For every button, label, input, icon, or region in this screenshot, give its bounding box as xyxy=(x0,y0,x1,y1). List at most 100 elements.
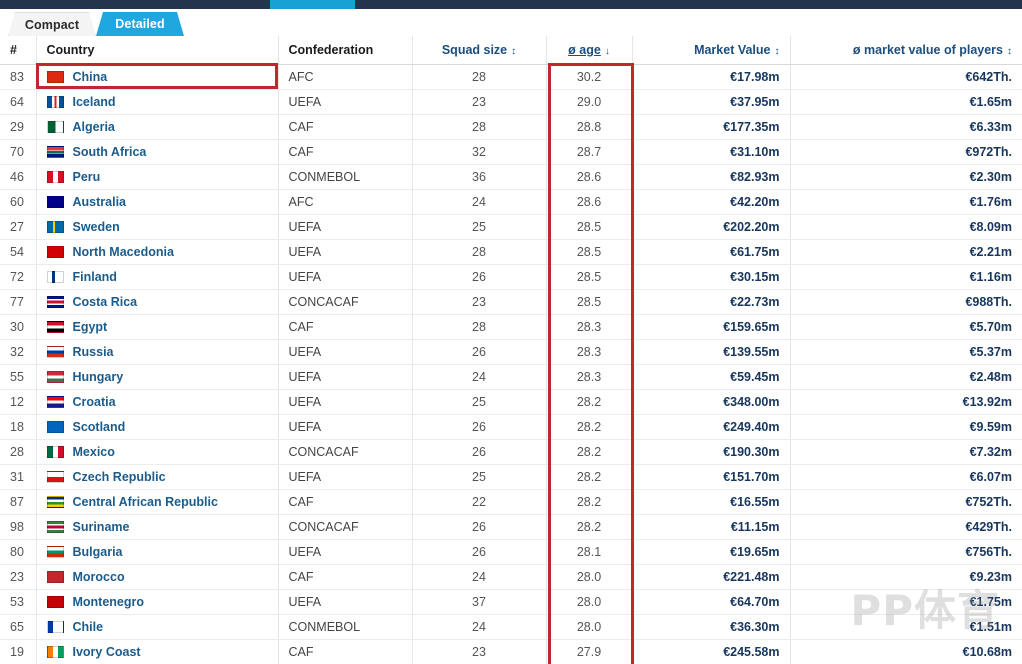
row-country-link[interactable]: Bulgaria xyxy=(73,545,123,559)
row-country-link[interactable]: Peru xyxy=(73,170,101,184)
sweden-flag xyxy=(46,220,64,233)
column-header-rank[interactable]: # xyxy=(0,36,37,65)
row-country-link[interactable]: Morocco xyxy=(73,570,125,584)
table-row[interactable]: 65 Chile CONMEBOL 24 28.0 €36.30m €1.51m xyxy=(0,614,1022,640)
sort-updown-icon[interactable]: ↕ xyxy=(775,46,780,57)
tab-detailed[interactable]: Detailed xyxy=(96,12,184,36)
column-header-avg-age[interactable]: ø age ↓ xyxy=(546,36,633,65)
row-avg-age: 28.2 xyxy=(546,514,633,540)
row-country-link[interactable]: Hungary xyxy=(73,370,124,384)
column-header-country[interactable]: Country xyxy=(36,36,279,65)
row-avg-age: 28.6 xyxy=(546,189,633,215)
row-country-link[interactable]: Costa Rica xyxy=(73,295,138,309)
table-row[interactable]: 46 Peru CONMEBOL 36 28.6 €82.93m €2.30m xyxy=(0,164,1022,190)
row-country-link[interactable]: Mexico xyxy=(73,445,115,459)
sort-descending-icon[interactable]: ↓ xyxy=(605,46,610,57)
row-avg-market-value: €1.51m xyxy=(790,614,1022,640)
row-country-link[interactable]: Egypt xyxy=(73,320,108,334)
row-country-link[interactable]: Sweden xyxy=(73,220,120,234)
row-confederation: CAF xyxy=(278,314,413,340)
row-country-cell: Egypt xyxy=(36,314,279,340)
row-country-link[interactable]: Croatia xyxy=(73,395,116,409)
table-row[interactable]: 60 Australia AFC 24 28.6 €42.20m €1.76m xyxy=(0,189,1022,215)
iceland-flag xyxy=(46,95,64,108)
row-country-link[interactable]: Russia xyxy=(73,345,114,359)
table-row[interactable]: 77 Costa Rica CONCACAF 23 28.5 €22.73m €988Th. xyxy=(0,289,1022,315)
table-row[interactable]: 98 Suriname CONCACAF 26 28.2 €11.15m €429Th. xyxy=(0,514,1022,540)
row-country-link[interactable]: Iceland xyxy=(73,95,116,109)
table-row[interactable]: 30 Egypt CAF 28 28.3 €159.65m €5.70m xyxy=(0,314,1022,340)
row-confederation: AFC xyxy=(278,189,413,215)
table-row[interactable]: 12 Croatia UEFA 25 28.2 €348.00m €13.92m xyxy=(0,389,1022,415)
column-header-confederation[interactable]: Confederation xyxy=(278,36,413,65)
table-row[interactable]: 19 Ivory Coast CAF 23 27.9 €245.58m €10.68m xyxy=(0,639,1022,664)
row-avg-market-value: €1.76m xyxy=(790,189,1022,215)
row-confederation: UEFA xyxy=(278,89,413,115)
row-country-link[interactable]: Algeria xyxy=(73,120,115,134)
row-market-value: €30.15m xyxy=(632,264,791,290)
table-row[interactable]: 18 Scotland UEFA 26 28.2 €249.40m €9.59m xyxy=(0,414,1022,440)
table-row[interactable]: 80 Bulgaria UEFA 26 28.1 €19.65m €756Th. xyxy=(0,539,1022,565)
row-confederation: CONCACAF xyxy=(278,289,413,315)
row-country-link[interactable]: Scotland xyxy=(73,420,126,434)
row-market-value: €202.20m xyxy=(632,214,791,240)
row-country-link[interactable]: Finland xyxy=(73,270,117,284)
column-header-squad-size-label: Squad size xyxy=(441,42,508,57)
table-row[interactable]: 32 Russia UEFA 26 28.3 €139.55m €5.37m xyxy=(0,339,1022,365)
row-rank: 30 xyxy=(0,314,37,340)
row-rank: 12 xyxy=(0,389,37,415)
row-country-link[interactable]: Suriname xyxy=(73,520,130,534)
sort-updown-icon[interactable]: ↕ xyxy=(511,46,516,57)
row-country-link[interactable]: Czech Republic xyxy=(73,470,166,484)
column-header-avg-market-value[interactable]: ø market value of players ↕ xyxy=(790,36,1022,65)
table-row[interactable]: 27 Sweden UEFA 25 28.5 €202.20m €8.09m xyxy=(0,214,1022,240)
row-avg-market-value: €8.09m xyxy=(790,214,1022,240)
table-row[interactable]: 72 Finland UEFA 26 28.5 €30.15m €1.16m xyxy=(0,264,1022,290)
row-avg-age: 28.5 xyxy=(546,289,633,315)
row-country-cell: Czech Republic xyxy=(36,464,279,490)
row-market-value: €190.30m xyxy=(632,439,791,465)
row-country-link[interactable]: South Africa xyxy=(73,145,147,159)
column-header-squad-size[interactable]: Squad size ↕ xyxy=(412,36,547,65)
table-row[interactable]: 87 Central African Republic CAF 22 28.2 €16.5… xyxy=(0,489,1022,515)
row-market-value: €177.35m xyxy=(632,114,791,140)
table-row[interactable]: 70 South Africa CAF 32 28.7 €31.10m €972Th. xyxy=(0,139,1022,165)
row-market-value: €22.73m xyxy=(632,289,791,315)
table-row[interactable]: 54 North Macedonia UEFA 28 28.5 €61.75m €2.21m xyxy=(0,239,1022,265)
row-market-value: €245.58m xyxy=(632,639,791,664)
sort-updown-icon[interactable]: ↕ xyxy=(1007,46,1012,57)
row-country-link[interactable]: Central African Republic xyxy=(73,495,218,509)
column-header-market-value[interactable]: Market Value ↕ xyxy=(632,36,791,65)
row-market-value: €37.95m xyxy=(632,89,791,115)
row-country-link[interactable]: China xyxy=(73,70,108,84)
peru-flag xyxy=(46,170,64,183)
row-confederation: UEFA xyxy=(278,414,413,440)
row-rank: 77 xyxy=(0,289,37,315)
row-country-link[interactable]: Chile xyxy=(73,620,104,634)
row-confederation: UEFA xyxy=(278,589,413,615)
row-squad-size: 37 xyxy=(412,589,547,615)
row-country-link[interactable]: Ivory Coast xyxy=(73,645,141,659)
row-market-value: €249.40m xyxy=(632,414,791,440)
row-country-link[interactable]: North Macedonia xyxy=(73,245,174,259)
table-row[interactable]: 83 China AFC 28 30.2 €17.98m €642Th. xyxy=(0,64,1022,90)
row-squad-size: 26 xyxy=(412,539,547,565)
row-squad-size: 25 xyxy=(412,389,547,415)
table-row[interactable]: 28 Mexico CONCACAF 26 28.2 €190.30m €7.32m xyxy=(0,439,1022,465)
row-avg-age: 30.2 xyxy=(546,64,633,90)
table-row[interactable]: 64 Iceland UEFA 23 29.0 €37.95m €1.65m xyxy=(0,89,1022,115)
table-row[interactable]: 23 Morocco CAF 24 28.0 €221.48m €9.23m xyxy=(0,564,1022,590)
table-row[interactable]: 53 Montenegro UEFA 37 28.0 €64.70m €1.75m xyxy=(0,589,1022,615)
table-row[interactable]: 55 Hungary UEFA 24 28.3 €59.45m €2.48m xyxy=(0,364,1022,390)
row-avg-market-value: €10.68m xyxy=(790,639,1022,664)
table-row[interactable]: 29 Algeria CAF 28 28.8 €177.35m €6.33m xyxy=(0,114,1022,140)
row-country-link[interactable]: Australia xyxy=(73,195,127,209)
row-squad-size: 26 xyxy=(412,414,547,440)
row-avg-market-value: €9.23m xyxy=(790,564,1022,590)
row-avg-market-value: €972Th. xyxy=(790,139,1022,165)
tab-compact[interactable]: Compact xyxy=(8,12,96,36)
table-row[interactable]: 31 Czech Republic UEFA 25 28.2 €151.70m €6.07m xyxy=(0,464,1022,490)
row-country-link[interactable]: Montenegro xyxy=(73,595,145,609)
browser-top-bar xyxy=(0,0,1022,9)
morocco-flag xyxy=(46,570,64,583)
